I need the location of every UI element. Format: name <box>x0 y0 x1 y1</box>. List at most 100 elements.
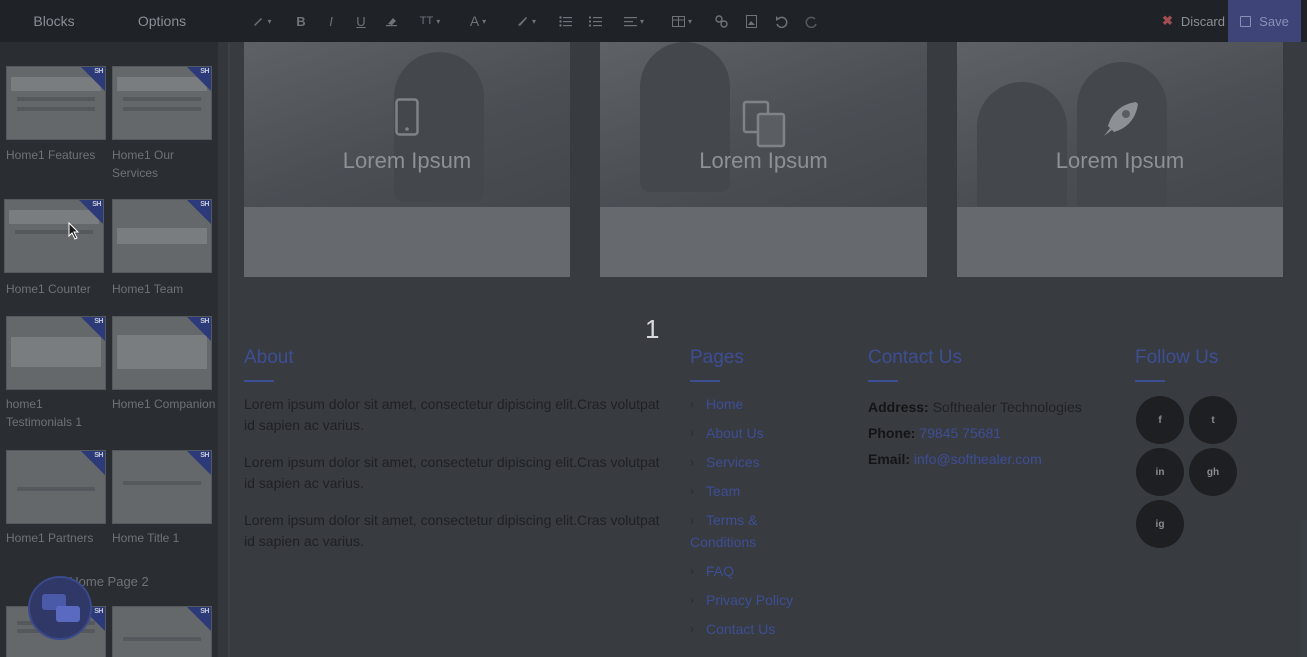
block-label: Home1 Counter <box>6 282 91 296</box>
blocks-panel: SH Home1 Features SH Home1 Our Services … <box>0 42 218 657</box>
chevron-right-icon: › <box>690 564 694 578</box>
phone-link[interactable]: 79845 75681 <box>919 425 1001 441</box>
redo-button[interactable] <box>796 0 826 42</box>
feature-card[interactable]: Lorem Ipsum <box>600 42 927 277</box>
bullet-list-icon <box>558 15 572 27</box>
pages-title: Pages <box>690 347 744 368</box>
discard-button[interactable]: ✖ Discard <box>1162 0 1225 42</box>
card-title: Lorem Ipsum <box>699 148 828 173</box>
follow-title: Follow Us <box>1135 347 1219 368</box>
block-thumbnail[interactable]: SH <box>112 606 212 657</box>
linkedin-icon[interactable]: in <box>1136 448 1184 496</box>
discard-label: Discard <box>1180 13 1225 29</box>
brand-badge-text: SH <box>200 608 209 615</box>
block-thumbnail[interactable]: SH <box>6 66 106 140</box>
link-icon <box>714 14 728 28</box>
about-title: About <box>244 347 294 368</box>
page-link-about-us[interactable]: › About Us <box>690 423 830 444</box>
github-icon[interactable]: gh <box>1189 448 1237 496</box>
save-label: Save <box>1259 13 1289 29</box>
chevron-right-icon: › <box>690 426 694 440</box>
save-button[interactable]: Save <box>1228 0 1301 42</box>
block-thumbnail[interactable]: SH <box>6 316 106 390</box>
block-thumbnail[interactable]: SH <box>112 316 212 390</box>
block-thumbnail[interactable]: SH <box>112 66 212 140</box>
underline-button[interactable]: U <box>346 0 376 42</box>
table-dropdown[interactable]: ▾ <box>658 0 706 42</box>
brand-badge-text: SH <box>200 201 209 208</box>
block-label: Home1 Team <box>112 282 184 296</box>
align-dropdown[interactable]: ▾ <box>610 0 658 42</box>
tab-blocks[interactable]: Blocks <box>0 0 108 42</box>
link-button[interactable] <box>706 0 736 42</box>
card-title: Lorem Ipsum <box>1055 148 1185 173</box>
media-button[interactable] <box>736 0 766 42</box>
brand-badge-text: SH <box>200 452 209 459</box>
italic-icon: I <box>329 13 333 29</box>
contact-title: Contact Us <box>868 347 962 368</box>
page-link-contact-us[interactable]: › Contact Us <box>690 619 830 640</box>
tab-options[interactable]: Options <box>108 0 216 42</box>
page-link-privacy-policy[interactable]: › Privacy Policy <box>690 590 830 611</box>
close-icon: ✖ <box>1162 13 1173 28</box>
numbered-list-button[interactable] <box>580 0 610 42</box>
highlight-dropdown[interactable]: ▾ <box>502 0 550 42</box>
scrollbar[interactable] <box>1301 520 1307 657</box>
block-thumbnail[interactable]: SH <box>112 199 212 273</box>
pen-icon <box>254 18 263 26</box>
section-title: Home Page 2 <box>69 574 149 589</box>
undo-button[interactable] <box>766 0 796 42</box>
italic-button[interactable]: I <box>316 0 346 42</box>
page-link-services[interactable]: › Services <box>690 452 830 473</box>
page-link-team[interactable]: › Team <box>690 481 830 502</box>
mobile-icon <box>395 98 419 141</box>
page-link-home[interactable]: › Home <box>690 394 830 415</box>
about-paragraph: Lorem ipsum dolor sit amet, consectetur … <box>244 454 660 491</box>
eraser-icon <box>385 18 397 27</box>
chevron-right-icon: › <box>690 622 694 636</box>
brand-badge-text: SH <box>94 608 103 615</box>
page-number: 1 <box>645 314 660 344</box>
text-size-icon: TT <box>419 15 434 27</box>
about-paragraph: Lorem ipsum dolor sit amet, consectetur … <box>244 396 660 433</box>
twitter-icon[interactable]: t <box>1189 396 1237 444</box>
undo-icon <box>775 15 787 28</box>
instagram-icon[interactable]: ig <box>1136 500 1184 548</box>
feature-card[interactable]: Lorem Ipsum <box>244 42 570 277</box>
facebook-icon[interactable]: f <box>1136 396 1184 444</box>
chevron-right-icon: › <box>690 514 694 528</box>
contact-underline <box>868 380 898 382</box>
bold-button[interactable]: B <box>286 0 316 42</box>
contact-info: Address: Softhealer Technologies Phone: … <box>868 394 1118 472</box>
style-dropdown[interactable]: ▾ <box>238 0 286 42</box>
page-link-terms[interactable]: › Terms & Conditions <box>690 510 780 553</box>
font-color-icon: A <box>469 13 480 29</box>
brand-badge-text: SH <box>94 452 103 459</box>
font-size-dropdown[interactable]: TT ▾ <box>406 0 454 42</box>
brush-icon <box>517 17 527 26</box>
brand-badge-text: SH <box>92 201 101 208</box>
save-icon <box>1240 15 1252 27</box>
feature-card[interactable]: Lorem Ipsum <box>957 42 1283 277</box>
bullet-list-button[interactable] <box>550 0 580 42</box>
about-underline <box>244 380 274 382</box>
bold-icon: B <box>296 13 306 29</box>
chat-icon[interactable] <box>28 576 92 640</box>
chevron-right-icon: › <box>690 484 694 498</box>
block-label: Home1 Partners <box>6 531 94 545</box>
card-title: Lorem Ipsum <box>342 148 472 173</box>
chevron-right-icon: › <box>690 455 694 469</box>
chevron-right-icon: › <box>690 593 694 607</box>
eraser-button[interactable] <box>376 0 406 42</box>
font-color-dropdown[interactable]: A ▾ <box>454 0 502 42</box>
block-thumbnail[interactable]: SH <box>112 450 212 524</box>
block-thumbnail[interactable]: SH <box>4 199 104 273</box>
follow-underline <box>1135 380 1165 382</box>
block-thumbnail[interactable]: SH <box>6 450 106 524</box>
email-link[interactable]: info@softhealer.com <box>914 451 1042 467</box>
brand-badge-text: SH <box>94 68 103 75</box>
align-icon <box>623 16 637 26</box>
page-link-faq[interactable]: › FAQ <box>690 561 830 582</box>
brand-badge-text: SH <box>94 318 103 325</box>
email-row: Email: info@softhealer.com <box>868 451 1042 467</box>
